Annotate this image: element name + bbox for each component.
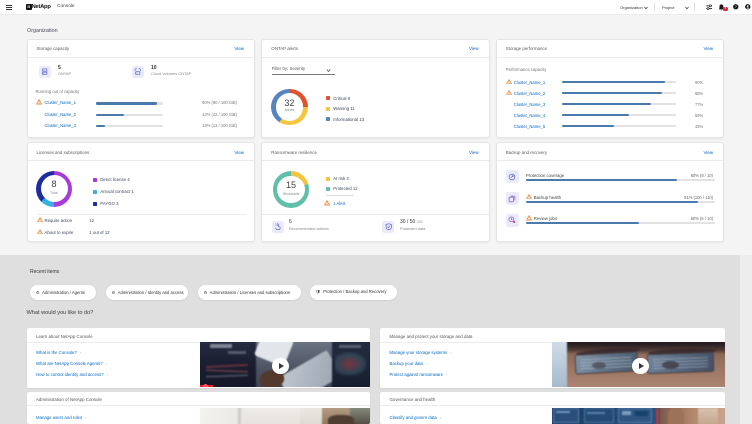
svg-text:?: ? xyxy=(735,5,737,9)
